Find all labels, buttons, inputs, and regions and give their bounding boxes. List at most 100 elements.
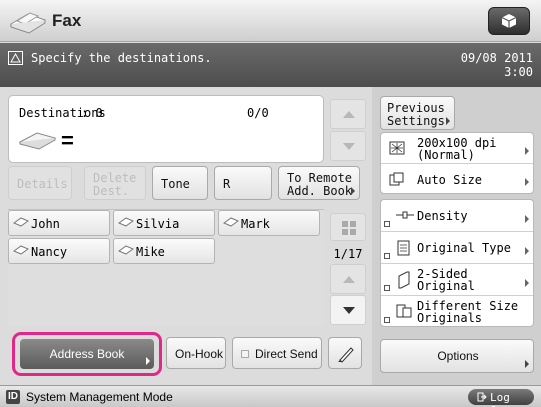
list-scroll-up-button[interactable] <box>330 264 366 294</box>
different-size-originals-setting[interactable]: Different Size Originals <box>381 296 533 327</box>
address-book-label: Address Book <box>49 347 125 361</box>
address-name: Silvia <box>136 217 180 231</box>
address-name: John <box>31 217 60 231</box>
options-button[interactable]: Options <box>380 339 534 373</box>
status-date: 09/08 2011 <box>460 51 533 65</box>
density-setting[interactable]: Density <box>381 200 533 232</box>
to-remote-label-2: Add. Book <box>287 184 353 198</box>
address-list: John Silvia Mark Nancy Mike <box>8 209 324 326</box>
log-out-button[interactable]: Log Out <box>468 389 534 407</box>
corner-arrow-icon <box>446 117 450 125</box>
on-hook-label: On-Hook <box>175 347 224 361</box>
corner-arrow-icon <box>525 178 529 186</box>
corner-arrow-icon <box>525 247 529 255</box>
address-entry-nancy[interactable]: Nancy <box>8 238 110 264</box>
destinations-ratio: 0/0 <box>247 106 269 120</box>
dest-scroll-up-button[interactable] <box>330 99 366 129</box>
settings-panel: Previous Settings 200x100 dpi (Normal) Aut… <box>372 87 541 385</box>
arrow-up-icon <box>343 276 355 283</box>
details-button[interactable]: Details <box>8 166 72 200</box>
options-label: Options <box>437 349 479 363</box>
address-entry-silvia[interactable]: Silvia <box>113 210 215 236</box>
different-size-label-2: Originals <box>417 311 483 325</box>
details-label: Details <box>17 177 68 191</box>
cube-icon <box>501 14 517 28</box>
density-label: Density <box>417 209 468 223</box>
density-icon <box>396 211 414 219</box>
arrow-up-icon <box>343 111 355 118</box>
document-icon <box>397 240 410 256</box>
resolution-icon <box>389 141 405 155</box>
delete-dest-button[interactable]: Delete Dest. <box>84 166 146 200</box>
corner-arrow-icon <box>525 147 529 155</box>
scan-settings-group: 200x100 dpi (Normal) Auto Size <box>380 132 534 194</box>
bottom-action-row: Address Book On-Hook Direct Send <box>0 332 372 380</box>
pen-icon <box>338 347 354 363</box>
address-entry-mike[interactable]: Mike <box>113 238 215 264</box>
size-setting[interactable]: Auto Size <box>381 164 533 194</box>
arrow-down-icon <box>343 143 355 150</box>
resolution-label-2: (Normal) <box>417 148 475 162</box>
pen-button[interactable] <box>328 337 362 369</box>
original-type-setting[interactable]: Original Type <box>381 232 533 264</box>
fax-destination-icon <box>19 132 57 150</box>
destination-equals: = <box>61 128 74 153</box>
on-hook-button[interactable]: On-Hook <box>166 337 226 369</box>
list-view-button[interactable] <box>330 213 366 241</box>
list-scroll-down-button[interactable] <box>330 295 366 325</box>
tone-button[interactable]: Tone <box>152 166 208 200</box>
cube-button[interactable] <box>488 7 530 35</box>
r-label: R <box>223 177 231 191</box>
app-title: Fax <box>52 11 82 30</box>
list-page-counter: 1/17 <box>333 247 363 261</box>
address-name: Nancy <box>31 245 68 259</box>
mini-indicator-icon <box>384 317 390 323</box>
tone-label: Tone <box>161 177 190 191</box>
status-message: Specify the destinations. <box>31 51 212 65</box>
destinations-box: Destinations : 0 0/0 = <box>8 95 324 163</box>
address-name: Mark <box>241 217 270 231</box>
grid-icon <box>342 221 356 235</box>
title-bar: Fax <box>0 0 541 42</box>
main-panel: Destinations : 0 0/0 = Details Delete Des… <box>0 87 372 385</box>
mixed-size-icon <box>396 304 412 318</box>
list-scroll-panel: 1/17 <box>330 209 366 325</box>
corner-arrow-icon <box>146 357 150 365</box>
checkbox-icon <box>241 350 249 358</box>
address-entry-mark[interactable]: Mark <box>218 210 320 236</box>
arrow-down-icon <box>343 307 355 314</box>
direct-send-button[interactable]: Direct Send <box>232 337 322 369</box>
resolution-setting[interactable]: 200x100 dpi (Normal) <box>381 133 533 164</box>
id-badge-icon: ID <box>6 390 20 404</box>
fax-entry-icon <box>223 217 239 227</box>
address-book-button[interactable]: Address Book <box>20 339 154 369</box>
previous-settings-label-1: Previous <box>387 101 445 115</box>
status-time: 3:00 <box>504 65 533 79</box>
corner-arrow-icon <box>525 360 529 368</box>
fax-entry-icon <box>13 217 29 227</box>
corner-arrow-icon <box>525 279 529 287</box>
original-type-label: Original Type <box>417 241 511 255</box>
address-entry-john[interactable]: John <box>8 210 110 236</box>
fax-machine-icon <box>9 12 47 34</box>
direct-send-label: Direct Send <box>255 347 318 361</box>
corner-arrow-icon <box>525 215 529 223</box>
address-book-highlight: Address Book <box>12 332 162 376</box>
mini-indicator-icon <box>384 285 390 291</box>
r-button[interactable]: R <box>214 166 272 200</box>
dest-scroll-down-button[interactable] <box>330 131 366 161</box>
two-sided-setting[interactable]: 2-Sided Original <box>381 264 533 296</box>
delete-dest-label-2: Dest. <box>93 184 130 198</box>
to-remote-address-book-button[interactable]: To Remote Add. Book <box>278 166 360 200</box>
size-label: Auto Size <box>417 173 483 187</box>
paper-size-icon <box>389 172 404 186</box>
to-remote-label-1: To Remote <box>287 171 353 185</box>
fax-entry-icon <box>118 245 134 255</box>
previous-settings-label-2: Settings <box>387 114 445 128</box>
previous-settings-button[interactable]: Previous Settings <box>380 96 455 130</box>
mini-indicator-icon <box>384 221 390 227</box>
two-sided-icon <box>398 271 410 289</box>
corner-arrow-icon <box>351 187 355 195</box>
status-bar: Specify the destinations. 09/08 2011 3:0… <box>0 43 541 87</box>
address-name: Mike <box>136 245 165 259</box>
